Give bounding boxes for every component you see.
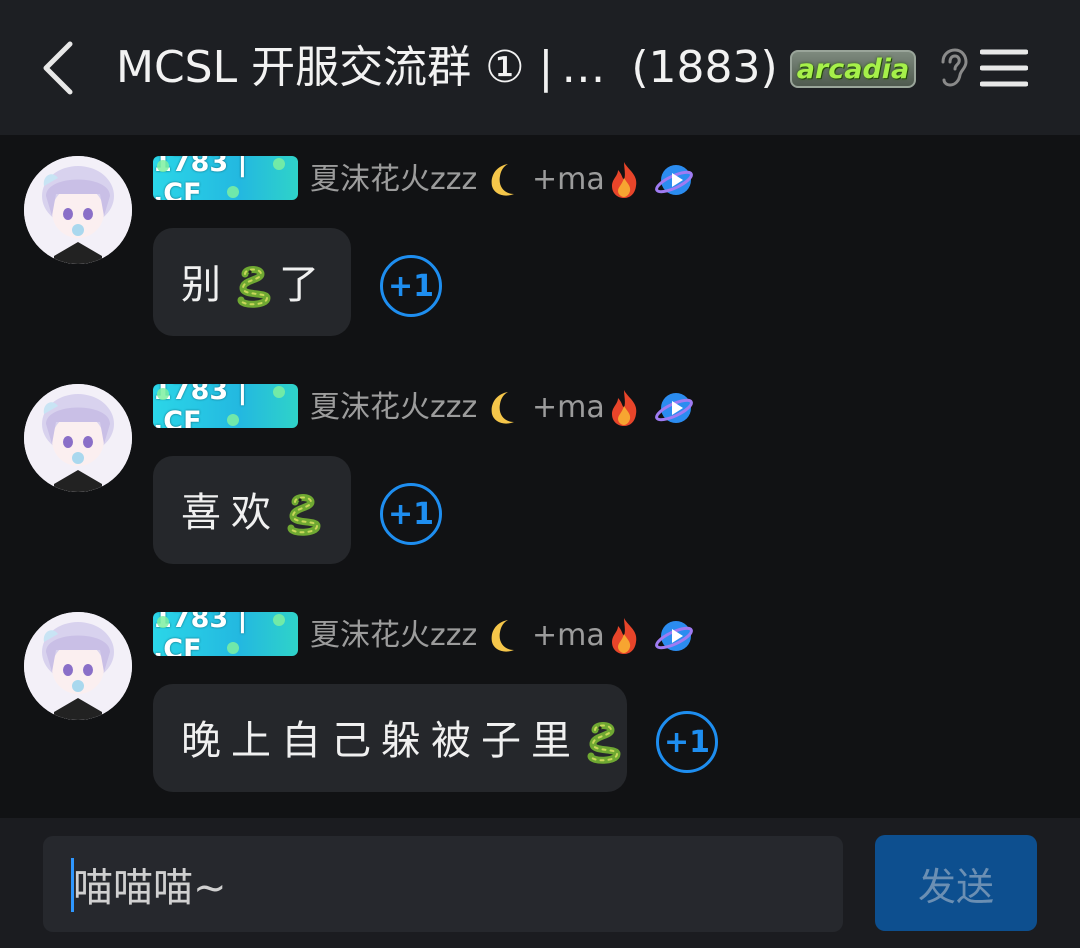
snake-icon: [587, 722, 621, 764]
message-bubble[interactable]: 晚上自己躲被子里: [153, 684, 627, 792]
sender-nickname[interactable]: 夏沫花火zzz: [310, 616, 477, 656]
message-item: 1783 | .CF 夏沫花火zzz +ma 别 了 +1: [0, 136, 1080, 364]
planet-icon: [655, 393, 693, 423]
text-caret: [71, 858, 74, 912]
message-text: 喜欢: [181, 480, 329, 540]
fire-icon: [612, 390, 637, 426]
fire-icon: [612, 162, 637, 198]
chat-screen: MCSL 开服交流群 ① |… (1883) arcadia 1783 | .C…: [0, 0, 1080, 948]
group-name: MCSL 开服交流群 ① |: [116, 42, 554, 93]
ear-icon[interactable]: [935, 48, 969, 88]
planet-icon: [655, 621, 693, 651]
send-button[interactable]: 发送: [875, 835, 1037, 931]
moon-icon: [491, 164, 514, 196]
member-count: (1883): [631, 42, 778, 93]
message-bubble[interactable]: 别 了: [153, 228, 351, 336]
nickname-suffix: +ma: [532, 162, 605, 197]
snake-icon: [237, 266, 271, 308]
message-bubble[interactable]: 喜欢: [153, 456, 351, 564]
chat-header: MCSL 开服交流群 ① |… (1883) arcadia: [0, 0, 1080, 135]
plus-one-button[interactable]: +1: [380, 483, 442, 545]
back-icon: [43, 41, 73, 95]
plus-one-button[interactable]: +1: [380, 255, 442, 317]
user-tag-badge: 1783 | .CF: [153, 384, 298, 428]
sender-nickname[interactable]: 夏沫花火zzz: [310, 160, 477, 200]
back-button[interactable]: [34, 36, 90, 100]
arcadia-badge: arcadia: [790, 50, 916, 88]
message-text: 别 了: [181, 252, 329, 312]
sender-nickname[interactable]: 夏沫花火zzz: [310, 388, 477, 428]
group-title[interactable]: MCSL 开服交流群 ① |… (1883): [116, 38, 778, 98]
planet-icon: [655, 165, 693, 195]
avatar[interactable]: [24, 612, 132, 720]
moon-icon: [491, 392, 514, 424]
user-tag-badge: 1783 | .CF: [153, 612, 298, 656]
snake-icon: [287, 494, 321, 536]
avatar[interactable]: [24, 384, 132, 492]
message-composer: 喵喵喵~ 发送: [0, 818, 1080, 948]
message-item: 1783 | .CF 夏沫花火zzz +ma 晚上自己躲被子里 +1: [0, 592, 1080, 820]
nickname-suffix: +ma: [532, 390, 605, 425]
fire-icon: [612, 618, 637, 654]
menu-icon[interactable]: [979, 46, 1029, 90]
plus-one-button[interactable]: +1: [656, 711, 718, 773]
nickname-suffix: +ma: [532, 618, 605, 653]
message-input-value: 喵喵喵~: [73, 865, 227, 911]
moon-icon: [491, 620, 514, 652]
title-ellipsis: …: [561, 42, 606, 93]
message-item: 1783 | .CF 夏沫花火zzz +ma 喜欢 +1: [0, 364, 1080, 592]
message-input[interactable]: 喵喵喵~: [43, 836, 843, 932]
user-tag-badge: 1783 | .CF: [153, 156, 298, 200]
message-text: 晚上自己躲被子里: [181, 708, 629, 768]
avatar[interactable]: [24, 156, 132, 264]
